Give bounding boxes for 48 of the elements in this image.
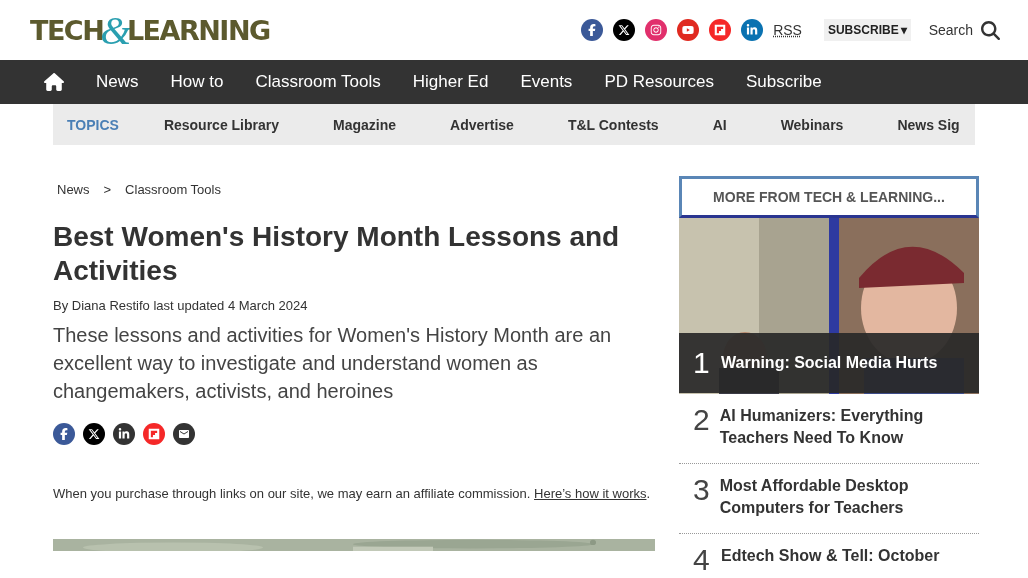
topic-link[interactable]: Webinars bbox=[780, 116, 844, 133]
email-share-icon[interactable] bbox=[173, 423, 195, 445]
topic-link[interactable]: T&L Contests bbox=[567, 116, 659, 133]
nav-link[interactable]: PD Resources bbox=[604, 72, 714, 92]
breadcrumb-link[interactable]: Classroom Tools bbox=[125, 182, 221, 197]
breadcrumb-separator: > bbox=[103, 182, 112, 197]
nav-link[interactable]: Higher Ed bbox=[412, 72, 489, 92]
rank-number: 3 bbox=[693, 475, 710, 508]
youtube-icon[interactable] bbox=[677, 19, 700, 41]
linkedin-icon[interactable] bbox=[741, 19, 764, 41]
facebook-share-icon[interactable] bbox=[53, 423, 75, 445]
topic-link[interactable]: Magazine bbox=[333, 116, 397, 133]
rank-number: 4 bbox=[693, 545, 711, 575]
x-icon[interactable] bbox=[613, 19, 636, 41]
nav-link[interactable]: Events bbox=[520, 72, 573, 92]
article-link[interactable]: Warning: Social Media Hurts bbox=[721, 352, 938, 374]
nav-link[interactable]: How to bbox=[170, 72, 224, 92]
topic-link[interactable]: Resource Library bbox=[163, 116, 280, 133]
nav-link[interactable]: Subscribe bbox=[746, 72, 822, 92]
site-logo[interactable]: TECH&LEARNING bbox=[30, 6, 270, 54]
article-link[interactable]: AI Humanizers: Everything Teachers Need To Know bbox=[719, 405, 979, 449]
sidebar-heading: MORE FROM TECH & LEARNING... bbox=[679, 176, 979, 218]
topics-label: TOPICS bbox=[67, 116, 119, 133]
search-icon bbox=[981, 20, 1000, 40]
rss-link[interactable]: RSS bbox=[773, 22, 802, 38]
article-title: Best Women's History Month Lessons and Activities bbox=[53, 220, 621, 288]
nav-link[interactable]: Classroom Tools bbox=[255, 72, 381, 92]
breadcrumb-link[interactable]: News bbox=[57, 182, 90, 197]
byline: By Diana Restifo last updated 4 March 2024 bbox=[53, 298, 309, 313]
search-button[interactable]: Search bbox=[928, 20, 1000, 40]
article-link[interactable]: Edtech Show & Tell: October bbox=[721, 545, 940, 575]
topic-link[interactable]: AI bbox=[712, 116, 727, 133]
home-icon[interactable] bbox=[44, 72, 64, 92]
linkedin-share-icon[interactable] bbox=[113, 423, 135, 445]
flipboard-share-icon[interactable] bbox=[143, 423, 165, 445]
instagram-icon[interactable] bbox=[645, 19, 668, 41]
flipboard-icon[interactable] bbox=[709, 19, 732, 41]
rank-number: 2 bbox=[693, 405, 710, 438]
affiliate-notice: When you purchase through links on our site, we may earn an affiliate commission. Here’s how it works. bbox=[53, 485, 652, 503]
topic-link[interactable]: News Sig bbox=[897, 116, 960, 133]
nav-link[interactable]: News bbox=[96, 72, 139, 92]
rank-number: 1 bbox=[693, 348, 711, 378]
topic-link[interactable]: Advertise bbox=[450, 116, 514, 133]
article-link[interactable]: Most Affordable Desktop Computers for Teachers bbox=[719, 475, 979, 519]
subscribe-button[interactable]: SUBSCRIBE ▾ bbox=[823, 19, 911, 41]
facebook-icon[interactable] bbox=[581, 19, 604, 41]
x-share-icon[interactable] bbox=[83, 423, 105, 445]
article-standfirst: These lessons and activities for Women's History Month are an excellent way to investigate and understand women as changemakers, activists, and heroines bbox=[53, 323, 613, 404]
